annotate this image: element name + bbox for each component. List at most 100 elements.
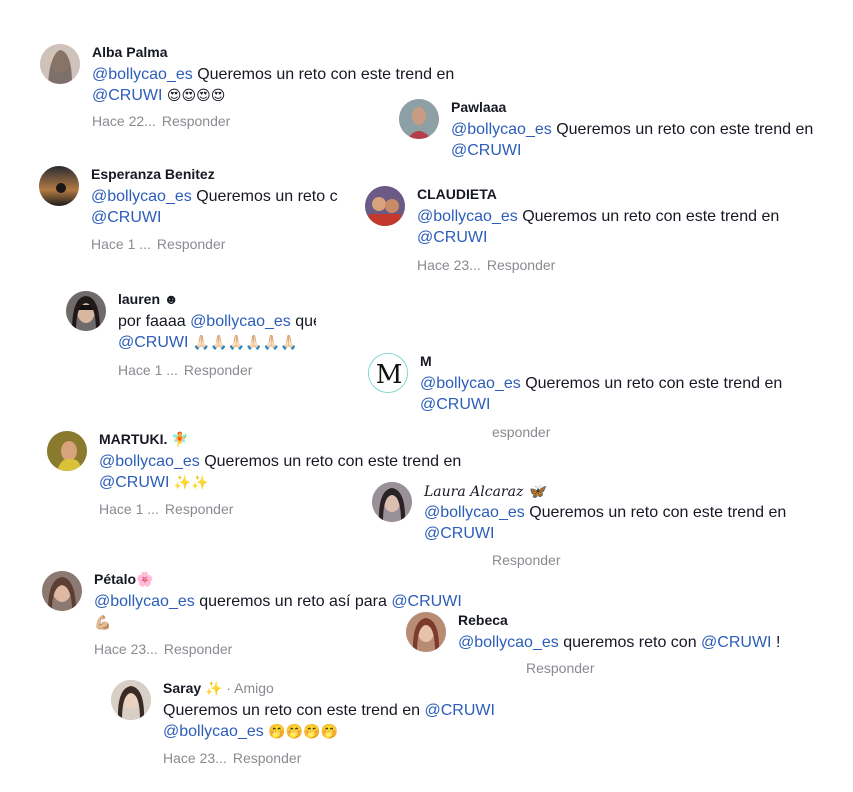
reply-button[interactable]: Responder: [157, 236, 226, 252]
comment-body: Queremos un reto con este trend en: [524, 504, 787, 521]
mention-link[interactable]: @bollycao_es: [417, 208, 518, 225]
avatar[interactable]: [111, 680, 151, 720]
avatar[interactable]: [66, 291, 106, 331]
mention-link[interactable]: @bollycao_es: [92, 66, 193, 83]
reply-button[interactable]: Responder: [233, 750, 302, 766]
comment-body: Queremos un reto con este trend en: [199, 453, 462, 470]
comment-body: queremos un reto así con: [295, 313, 316, 330]
comment-author[interactable]: MARTUKI. 🧚: [99, 431, 189, 448]
reply-button[interactable]: Responder: [487, 257, 556, 273]
avatar[interactable]: M: [368, 353, 408, 393]
comment-body: Queremos un reto con este trend en: [517, 208, 780, 225]
comment-body: queremos reto con: [558, 634, 702, 651]
mention-link[interactable]: @CRUWI: [391, 593, 461, 610]
comment-text: @bollycao_es queremos reto con @CRUWI !: [458, 632, 780, 653]
comment-author: Saray ✨ · Amigo: [163, 680, 274, 697]
avatar[interactable]: [399, 99, 439, 139]
comment-laura-alcaraz: Laura Alcaraz 🦋 @bollycao_es Queremos un…: [372, 482, 812, 572]
comment-author[interactable]: lauren ☻: [118, 291, 179, 307]
comment-text: @bollycao_es Queremos un reto con este t…: [420, 373, 782, 415]
reply-button[interactable]: Responder: [162, 113, 231, 129]
mention-link[interactable]: @bollycao_es: [458, 634, 559, 651]
mention-link[interactable]: @bollycao_es: [420, 375, 521, 392]
mention-link[interactable]: @bollycao_es: [424, 504, 525, 521]
timestamp: Hace 1 ...: [99, 501, 159, 517]
mention-link[interactable]: @CRUWI: [118, 334, 188, 351]
comment-meta: Hace 23... Responder: [417, 257, 555, 273]
timestamp: Hace 23...: [94, 641, 158, 657]
comment-meta: Hace 1 ... Responder: [118, 362, 252, 378]
reply-button[interactable]: Responder: [492, 552, 561, 568]
mention-link[interactable]: @CRUWI: [424, 525, 494, 542]
emoji-text: 🤭🤭🤭🤭: [263, 724, 338, 740]
mention-link[interactable]: @CRUWI: [99, 474, 169, 491]
comment-claudieta: CLAUDIETA @bollycao_es Queremos un reto …: [365, 186, 805, 278]
comment-author[interactable]: CLAUDIETA: [417, 186, 497, 202]
avatar[interactable]: [406, 612, 446, 652]
avatar[interactable]: [365, 186, 405, 226]
avatar[interactable]: [39, 166, 79, 206]
mention-link[interactable]: @CRUWI: [451, 142, 521, 157]
comment-body: Queremos un reto con este trend en: [163, 702, 425, 719]
author-name[interactable]: Saray ✨: [163, 680, 222, 696]
comment-meta: Hace 1 ... Responder: [99, 501, 233, 517]
mention-link[interactable]: @bollycao_es: [91, 188, 192, 205]
comment-body: Queremos un reto con este trend en: [551, 121, 814, 138]
comment-author[interactable]: Esperanza Benitez: [91, 166, 215, 182]
comment-text: @bollycao_es Queremos un reto con este t…: [424, 502, 786, 544]
comment-meta: Responder: [526, 660, 595, 676]
comment-body: queremos un reto así para: [194, 593, 392, 610]
comment-text: @bollycao_es Queremos un reto c @CRUWI: [91, 186, 338, 228]
reply-button[interactable]: Responder: [165, 501, 234, 517]
svg-text:M: M: [376, 360, 403, 390]
reply-button[interactable]: Responder: [184, 362, 253, 378]
comment-body: Queremos un reto con este trend en: [520, 375, 783, 392]
mention-link[interactable]: @bollycao_es: [190, 313, 291, 330]
mention-link[interactable]: @bollycao_es: [99, 453, 200, 470]
mention-link[interactable]: @bollycao_es: [163, 723, 264, 740]
comment-pawlaaa: Pawlaaa @bollycao_es Queremos un reto co…: [399, 99, 839, 157]
mention-link[interactable]: @CRUWI: [420, 396, 490, 413]
emoji-text: 💪🏼: [94, 615, 112, 631]
avatar[interactable]: [40, 44, 80, 84]
emoji-text: ✨✨: [173, 475, 209, 491]
comment-text: por faaaa @bollycao_es queremos un reto …: [118, 311, 316, 354]
comment-body: por faaaa: [118, 313, 191, 330]
comment-body: Queremos un reto con este trend en: [192, 66, 455, 83]
emoji-text: 😍😍😍😍: [166, 88, 226, 104]
comment-meta: esponder: [492, 424, 550, 440]
mention-link[interactable]: @CRUWI: [701, 634, 771, 651]
comment-body: !: [771, 634, 781, 651]
mention-link[interactable]: @bollycao_es: [94, 593, 195, 610]
comment-lauren: lauren ☻ por faaaa @bollycao_es queremos…: [66, 291, 316, 383]
comment-meta: Hace 23... Responder: [163, 750, 301, 766]
comment-saray: Saray ✨ · Amigo Queremos un reto con est…: [111, 680, 531, 770]
mention-link[interactable]: @CRUWI: [417, 229, 487, 246]
mention-link[interactable]: @CRUWI: [91, 209, 161, 226]
mention-link[interactable]: @CRUWI: [92, 87, 162, 104]
comment-esperanza-benitez: Esperanza Benitez @bollycao_es Queremos …: [39, 166, 343, 258]
comment-author[interactable]: Laura Alcaraz 🦋: [424, 484, 545, 500]
reply-button[interactable]: Responder: [164, 641, 233, 657]
timestamp: Hace 23...: [163, 750, 227, 766]
timestamp: Hace 1 ...: [118, 362, 178, 378]
avatar[interactable]: [47, 431, 87, 471]
comment-author[interactable]: Pawlaaa: [451, 99, 506, 115]
reply-button[interactable]: Responder: [526, 660, 595, 676]
mention-link[interactable]: @CRUWI: [424, 702, 494, 719]
mention-link[interactable]: @bollycao_es: [451, 121, 552, 138]
comment-meta: Responder: [492, 552, 561, 568]
friend-badge: · Amigo: [222, 680, 274, 696]
comment-author[interactable]: Pétalo🌸: [94, 571, 153, 588]
comment-rebeca: Rebeca @bollycao_es queremos reto con @C…: [406, 612, 806, 678]
avatar[interactable]: [372, 482, 412, 522]
comment-meta: Hace 23... Responder: [94, 641, 232, 657]
reply-button[interactable]: esponder: [492, 424, 550, 440]
comment-meta: Hace 22... Responder: [92, 113, 230, 129]
timestamp: Hace 1 ...: [91, 236, 151, 252]
avatar[interactable]: [42, 571, 82, 611]
comment-text: Queremos un reto con este trend en @CRUW…: [163, 700, 495, 743]
comment-author[interactable]: M: [420, 353, 432, 369]
comment-author[interactable]: Rebeca: [458, 612, 508, 628]
comment-author[interactable]: Alba Palma: [92, 44, 167, 60]
